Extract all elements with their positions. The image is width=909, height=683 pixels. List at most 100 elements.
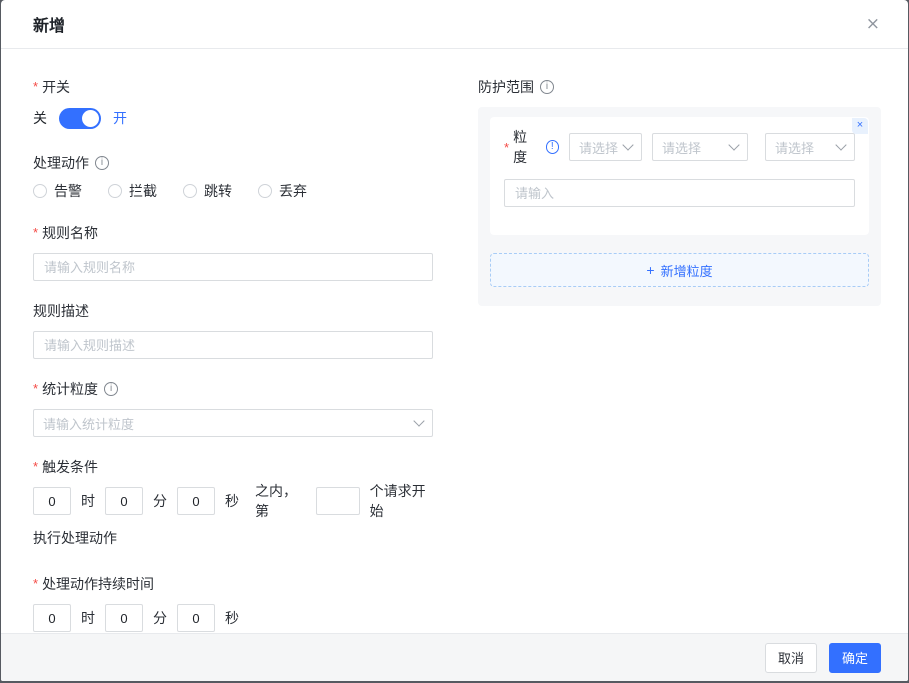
switch-group: * 开关 关 开 [33,79,433,129]
required-marker: * [33,459,39,474]
rule-desc-label-row: 规则描述 [33,303,433,319]
add-granularity-label: 新增粒度 [660,263,713,279]
radio-option-block[interactable]: 拦截 [108,181,157,201]
granularity-select-2[interactable]: 请选择 [652,133,748,161]
granularity-select-3[interactable]: 请选择 [765,133,855,161]
required-marker: * [33,576,39,591]
radio-circle-icon [183,184,197,198]
rule-desc-label: 规则描述 [33,303,89,319]
action-group: 处理动作 i 告警 拦截 跳转 丢弃 [33,155,433,199]
rule-desc-input[interactable] [33,331,433,359]
required-marker: * [504,139,510,155]
info-icon[interactable]: i [540,80,554,94]
action-label-row: 处理动作 i [33,155,433,171]
radio-option-redirect[interactable]: 跳转 [183,181,232,201]
duration-group: * 处理动作持续时间 时 分 秒 [33,576,433,632]
trigger-group: * 触发条件 时 分 秒 之内，第 个请求开始 执行处理动作 [33,459,433,548]
trigger-line2-text: 执行处理动作 [33,530,117,546]
stat-granularity-group: * 统计粒度 i 请输入统计粒度 [33,381,433,437]
granularity-label-row: * 粒度 ! [504,127,559,167]
trigger-label-row: * 触发条件 [33,459,433,475]
trigger-hours-input[interactable] [33,487,71,515]
trigger-after-text: 个请求开始 [369,483,426,519]
protection-scope-label: 防护范围 [478,79,534,95]
second-unit: 秒 [225,493,239,509]
radio-label: 跳转 [204,183,232,199]
trigger-seconds-input[interactable] [177,487,215,515]
dialog-header: 新增 × [1,0,908,49]
info-icon[interactable]: i [104,382,119,396]
radio-circle-icon [258,184,272,198]
confirm-button[interactable]: 确定 [828,642,881,673]
stat-granularity-select[interactable]: 请输入统计粒度 [33,409,433,437]
chevron-down-icon [728,139,740,151]
hour-unit: 时 [81,493,95,509]
action-label: 处理动作 [33,155,89,171]
select-placeholder: 请选择 [662,140,702,156]
dialog-title: 新增 [33,18,66,35]
granularity-select-1[interactable]: 请选择 [569,133,642,161]
rule-name-group: * 规则名称 [33,225,433,281]
select-placeholder: 请选择 [579,140,618,156]
protection-scope-label-row: 防护范围 i [478,79,881,95]
alert-info-icon[interactable]: ! [545,140,559,154]
protection-scope-panel: × * 粒度 ! 请选择 请选择 请选择 请输入 + 新增粒度 [478,107,881,306]
switch-on-label: 开 [113,110,127,126]
minute-unit: 分 [153,493,167,509]
plus-icon: + [646,262,655,278]
trigger-request-count-input[interactable] [315,487,360,515]
granularity-card: × * 粒度 ! 请选择 请选择 请选择 请输入 [490,117,869,235]
duration-hours-input[interactable] [33,604,71,632]
granularity-value-input[interactable] [504,179,855,207]
switch-label: 开关 [42,79,71,95]
switch-label-row: * 开关 [33,79,433,95]
cancel-button[interactable]: 取消 [764,642,817,673]
required-marker: * [33,381,39,396]
minute-unit: 分 [153,610,167,626]
switch-off-label: 关 [33,110,47,126]
radio-circle-icon [108,184,122,198]
trigger-within-text: 之内，第 [255,483,297,519]
rule-name-input[interactable] [33,253,433,281]
required-marker: * [33,225,39,240]
duration-minutes-input[interactable] [105,604,143,632]
rule-name-label: 规则名称 [42,225,99,241]
radio-label: 告警 [54,183,82,199]
dialog-footer: 取消 确定 [1,633,908,681]
duration-label: 处理动作持续时间 [42,576,155,592]
select-placeholder: 请输入统计粒度 [43,416,135,432]
add-granularity-button[interactable]: + 新增粒度 [490,253,869,287]
rule-name-label-row: * 规则名称 [33,225,433,241]
remove-granularity-icon[interactable]: × [852,118,868,134]
chevron-down-icon [622,139,634,151]
radio-circle-icon [33,184,47,198]
add-rule-dialog: 新增 × * 开关 关 开 处理动作 i 告警 拦截 跳转 丢弃 * 规则名称 … [1,0,908,681]
trigger-time-row: 时 分 秒 之内，第 个请求开始 [33,483,433,519]
radio-label: 丢弃 [279,183,307,199]
chevron-down-icon [413,415,425,427]
info-icon[interactable]: i [95,156,109,170]
granularity-row: * 粒度 ! 请选择 请选择 请选择 [504,129,855,165]
duration-time-row: 时 分 秒 [33,604,433,632]
stat-granularity-label: 统计粒度 [42,381,99,397]
hour-unit: 时 [81,610,95,626]
form-left-column: * 开关 关 开 处理动作 i 告警 拦截 跳转 丢弃 * 规则名称 请输入规则… [33,79,433,633]
switch-row: 关 开 [33,107,433,129]
protection-scope-column: 防护范围 i × * 粒度 ! 请选择 请选择 请选择 请输入 + 新增粒度 [478,79,881,633]
toggle-knob-icon [82,109,99,127]
chevron-down-icon [835,139,847,151]
trigger-minutes-input[interactable] [105,487,143,515]
duration-seconds-input[interactable] [177,604,215,632]
dialog-body: * 开关 关 开 处理动作 i 告警 拦截 跳转 丢弃 * 规则名称 请输入规则… [1,49,908,633]
trigger-label: 触发条件 [42,459,99,475]
radio-option-alert[interactable]: 告警 [33,181,82,201]
required-marker: * [33,79,39,94]
rule-desc-group: 规则描述 [33,303,433,359]
action-radio-row: 告警 拦截 跳转 丢弃 [33,183,433,199]
switch-toggle[interactable] [59,107,101,129]
second-unit: 秒 [225,610,239,626]
radio-option-discard[interactable]: 丢弃 [258,181,307,201]
close-icon[interactable]: × [866,15,880,33]
duration-label-row: * 处理动作持续时间 [33,576,433,592]
select-placeholder: 请选择 [775,140,815,156]
